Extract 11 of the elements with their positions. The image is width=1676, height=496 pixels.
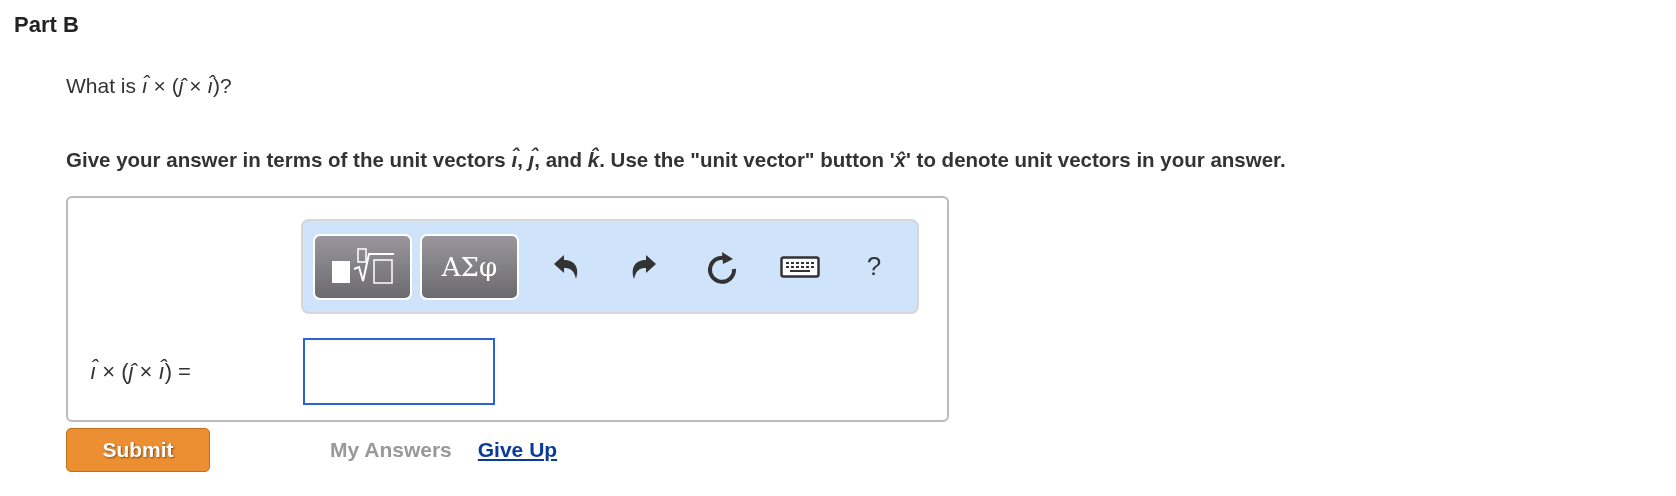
answer-field[interactable]	[303, 338, 495, 405]
part-heading: Part B	[14, 12, 80, 38]
templates-button[interactable]	[313, 233, 412, 300]
give-up-link[interactable]: Give Up	[477, 438, 558, 462]
keyboard-icon[interactable]	[780, 254, 820, 279]
submit-button[interactable]: Submit	[66, 428, 210, 472]
symbols-button[interactable]: ΑΣφ	[420, 233, 519, 300]
answer-label: ı̂ × (ȷ̂ × ı̂) =	[90, 358, 192, 385]
help-button[interactable]: ?	[839, 251, 909, 282]
question-text: What is ı̂ × (ȷ̂ × ı̂)?	[66, 74, 233, 98]
instructions-text: Give your answer in terms of the unit vectors ı̂, ȷ̂, and k̂. Use the "unit vector" button 'x̂' to denote unit vectors in your answer.	[66, 148, 1287, 172]
